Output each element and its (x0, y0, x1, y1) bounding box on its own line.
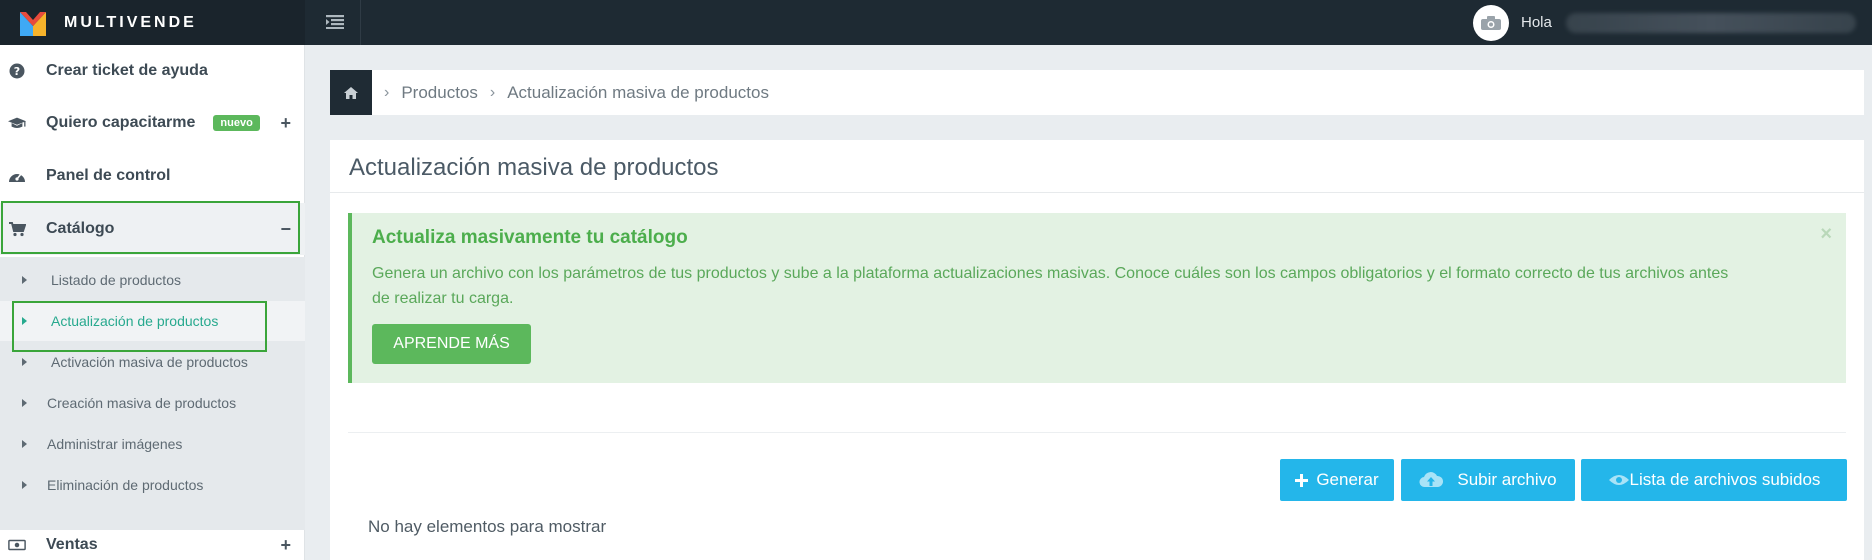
cart-icon (8, 220, 26, 238)
divider (348, 432, 1846, 433)
expand-plus-icon[interactable]: + (280, 535, 291, 556)
sidebar-item-crear-ticket[interactable]: ? Crear ticket de ayuda (0, 45, 305, 97)
close-icon[interactable]: × (1820, 223, 1832, 246)
submenu-item-label: Listado de productos (51, 272, 181, 288)
question-circle-icon: ? (8, 62, 26, 80)
upload-file-button[interactable]: Subir archivo (1401, 459, 1575, 501)
svg-text:?: ? (14, 65, 20, 78)
submenu-item-listado[interactable]: Listado de productos (0, 260, 305, 300)
caret-right-icon (22, 399, 27, 407)
breadcrumb: › Productos › Actualización masiva de pr… (330, 70, 1864, 115)
empty-state-message: No hay elementos para mostrar (368, 517, 607, 536)
caret-right-icon (22, 481, 27, 489)
caret-right-icon (22, 276, 27, 284)
alert-text: Genera un archivo con los parámetros de … (372, 265, 1729, 307)
submenu-item-eliminacion[interactable]: Eliminación de productos (0, 465, 305, 505)
submenu-item-actualizacion[interactable]: Actualización de productos (0, 301, 305, 341)
breadcrumb-current: Actualización masiva de productos (507, 82, 769, 102)
breadcrumb-productos[interactable]: Productos (401, 83, 478, 103)
home-icon[interactable] (330, 70, 372, 115)
submenu-item-activacion[interactable]: Activación masiva de productos (0, 342, 305, 382)
money-icon (8, 536, 26, 554)
graduation-cap-icon (8, 114, 26, 132)
sidebar-item-label: Catálogo (46, 220, 115, 237)
sidebar-item-label: Crear ticket de ayuda (46, 62, 208, 79)
sidebar-item-panel-control[interactable]: Panel de control (0, 150, 305, 202)
dashboard-icon (8, 167, 26, 185)
breadcrumb-separator-icon: › (384, 83, 390, 101)
topbar-divider (360, 0, 361, 45)
user-name-redacted (1565, 12, 1856, 33)
learn-more-button[interactable]: APRENDE MÁS (372, 324, 531, 364)
generate-button-label: Generar (1316, 470, 1379, 489)
cloud-upload-icon (1419, 471, 1444, 489)
multivende-logo-icon (18, 8, 48, 38)
caret-right-icon (22, 440, 27, 448)
caret-right-icon (22, 358, 27, 366)
new-badge: nuevo (213, 115, 260, 131)
sidebar-item-catalogo[interactable]: Catálogo − (0, 203, 305, 255)
alert-title: Actualiza masivamente tu catálogo (372, 227, 688, 248)
submenu-item-label: Eliminación de productos (47, 477, 204, 493)
eye-icon (1608, 473, 1630, 487)
submenu-item-imagenes[interactable]: Administrar imágenes (0, 424, 305, 464)
uploaded-files-list-label: Lista de archivos subidos (1629, 470, 1821, 489)
user-menu[interactable]: Hola (1473, 0, 1856, 45)
plus-icon (1295, 473, 1309, 487)
main-panel: Actualización masiva de productos Actual… (330, 140, 1864, 560)
user-avatar-icon[interactable] (1473, 4, 1509, 41)
info-alert: Actualiza masivamente tu catálogo Genera… (348, 213, 1846, 383)
sidebar-item-capacitarme[interactable]: Quiero capacitarme nuevo + (0, 97, 305, 149)
sidebar-toggle-icon[interactable] (318, 6, 352, 38)
user-greeting: Hola (1521, 14, 1552, 31)
submenu-item-label: Administrar imágenes (47, 436, 183, 452)
sidebar-item-label: Quiero capacitarme (46, 114, 196, 131)
sidebar-item-label: Panel de control (46, 167, 171, 184)
submenu-item-label: Activación masiva de productos (51, 354, 248, 370)
divider (330, 192, 1864, 193)
collapse-minus-icon[interactable]: − (280, 219, 291, 240)
submenu-item-label: Actualización de productos (51, 313, 219, 329)
sidebar-item-label: Ventas (46, 536, 98, 553)
submenu-item-creacion[interactable]: Creación masiva de productos (0, 383, 305, 423)
expand-plus-icon[interactable]: + (280, 113, 291, 134)
catalog-submenu: Listado de productos Actualización de pr… (0, 257, 305, 530)
page-title: Actualización masiva de productos (349, 154, 719, 181)
sidebar: ? Crear ticket de ayuda Quiero capacitar… (0, 45, 305, 560)
brand-name: MULTIVENDE (64, 13, 197, 31)
caret-right-icon (22, 317, 27, 325)
breadcrumb-separator-icon: › (489, 83, 496, 101)
brand[interactable]: MULTIVENDE (0, 0, 305, 45)
submenu-item-label: Creación masiva de productos (47, 395, 237, 411)
uploaded-files-list-button[interactable]: Lista de archivos subidos (1581, 459, 1847, 501)
top-navbar: MULTIVENDE Hola (0, 0, 1872, 45)
generate-button[interactable]: Generar (1280, 459, 1394, 501)
sidebar-item-ventas[interactable]: Ventas + (0, 530, 305, 560)
upload-file-button-label: Subir archivo (1457, 470, 1557, 489)
